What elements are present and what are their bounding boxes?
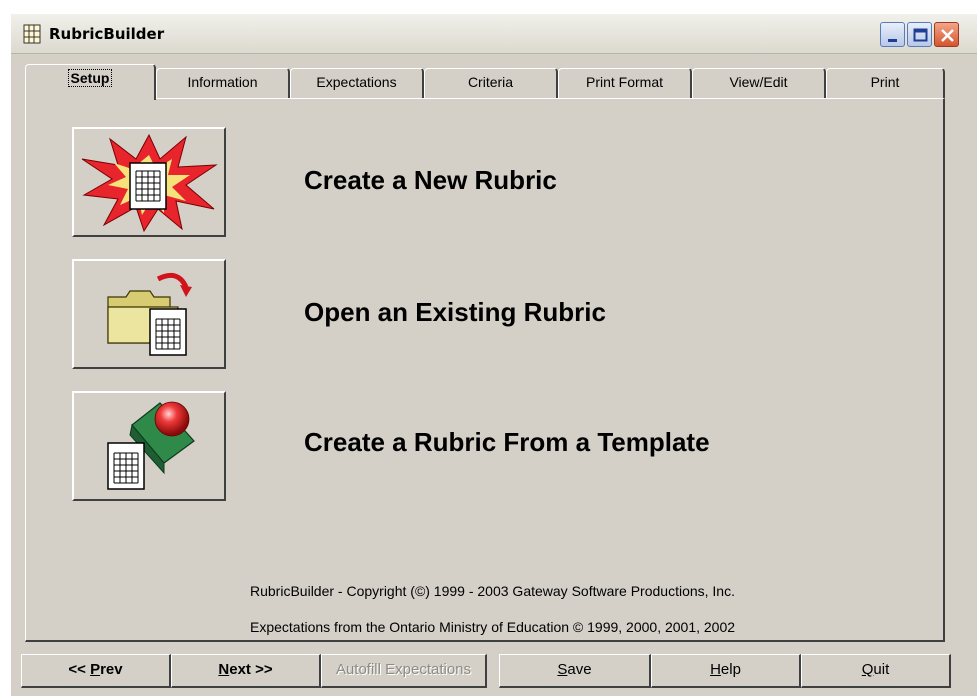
close-button[interactable] — [934, 22, 959, 47]
maximize-button[interactable] — [907, 22, 932, 47]
setup-panel: Create a New Rubric Open an Existing Rub… — [25, 98, 945, 642]
create-from-template-label[interactable]: Create a Rubric From a Template — [304, 427, 710, 458]
tab-information[interactable]: Information — [156, 68, 290, 98]
navigation-bar: << Prev Next >> Autofill Expectations Sa… — [11, 644, 977, 696]
autofill-expectations-button: Autofill Expectations — [321, 654, 487, 688]
app-grid-icon — [23, 24, 41, 44]
expectations-credit-text: Expectations from the Ontario Ministry o… — [250, 619, 736, 635]
next-mnemonic: N — [218, 661, 230, 678]
main-window: RubricBuilder Setup Information Expectat… — [10, 14, 977, 696]
quit-mnemonic: Q — [861, 661, 874, 678]
open-existing-rubric-label[interactable]: Open an Existing Rubric — [304, 297, 606, 328]
save-button[interactable]: Save — [499, 654, 651, 688]
tab-print[interactable]: Print — [826, 68, 945, 98]
prev-button[interactable]: << Prev — [21, 654, 171, 688]
create-new-rubric-label[interactable]: Create a New Rubric — [304, 165, 557, 196]
window-title: RubricBuilder — [49, 25, 165, 43]
save-mnemonic: S — [557, 661, 568, 678]
help-button[interactable]: Help — [651, 654, 801, 688]
tab-print-format[interactable]: Print Format — [558, 68, 692, 98]
minimize-icon — [888, 39, 897, 42]
tab-strip: Setup Information Expectations Criteria … — [25, 64, 945, 100]
create-from-template-button[interactable] — [72, 391, 226, 501]
close-icon — [941, 29, 954, 42]
prev-rest: rev — [100, 661, 123, 678]
help-mnemonic: H — [710, 661, 721, 678]
open-folder-icon — [107, 272, 192, 356]
tab-expectations[interactable]: Expectations — [290, 68, 424, 98]
quit-rest: uit — [873, 661, 890, 678]
quit-button[interactable]: Quit — [801, 654, 951, 688]
prev-mnemonic: P — [90, 661, 101, 678]
create-new-rubric-button[interactable] — [72, 127, 226, 237]
tab-setup[interactable]: Setup — [25, 64, 156, 100]
help-rest: elp — [720, 661, 741, 678]
tab-setup-label: Setup — [67, 69, 113, 87]
tab-criteria[interactable]: Criteria — [424, 68, 558, 98]
prev-lead: << — [68, 661, 91, 678]
minimize-button[interactable] — [880, 22, 905, 47]
title-bar[interactable]: RubricBuilder — [11, 14, 977, 54]
copyright-text: RubricBuilder - Copyright (©) 1999 - 200… — [250, 583, 735, 599]
tab-view-edit[interactable]: View/Edit — [692, 68, 826, 98]
new-rubric-icon — [81, 133, 218, 233]
maximize-icon — [913, 28, 928, 42]
open-existing-rubric-button[interactable] — [72, 259, 226, 369]
next-rest: ext >> — [229, 661, 273, 678]
next-button[interactable]: Next >> — [171, 654, 321, 688]
save-rest: ave — [567, 661, 592, 678]
template-stamp-icon — [107, 401, 195, 490]
